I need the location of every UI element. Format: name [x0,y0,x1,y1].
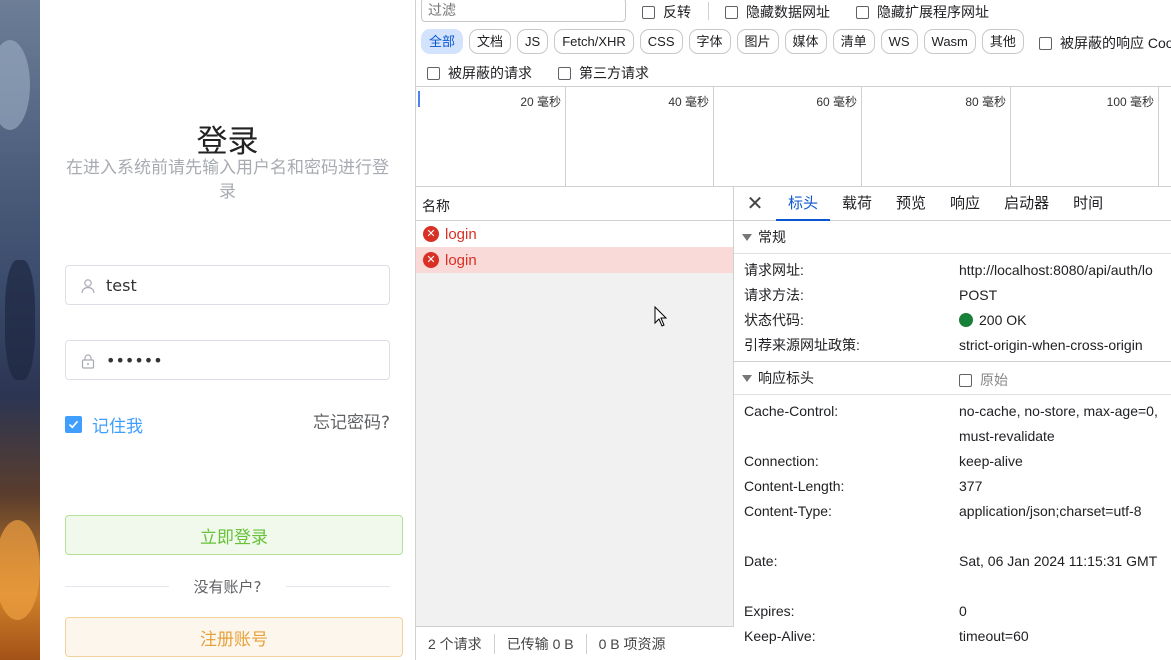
tab-headers[interactable]: 标头 [776,187,831,221]
tab-initiator[interactable]: 启动器 [992,187,1061,221]
name-column-header[interactable]: 名称 [416,187,733,221]
error-icon: ✕ [423,252,439,268]
mouse-cursor-icon [654,306,668,327]
error-icon: ✕ [423,226,439,242]
request-row-selected[interactable]: ✕ login [416,247,733,273]
request-count: 2 个请求 [416,633,495,654]
timeline-tick: 60 毫秒 [714,87,862,187]
login-subtitle: 在进入系统前请先输入用户名和密码进行登录 [66,158,389,202]
blocked-cookies-checkbox[interactable]: 被屏蔽的响应 Coo [1039,33,1171,53]
hide-data-urls-checkbox[interactable]: 隐藏数据网址 [725,2,830,22]
type-filter-bar: 全部 文档 JS Fetch/XHR CSS 字体 图片 媒体 清单 WS Wa… [421,29,1024,54]
invert-checkbox[interactable]: 反转 [642,2,691,22]
filter-input[interactable] [421,0,626,22]
check-icon [68,420,79,429]
remember-checkbox[interactable] [65,416,82,433]
register-button[interactable]: 注册账号 [65,617,403,657]
timeline-tick: 20 毫秒 [416,87,566,187]
header-row: 请求方法: POST [744,287,998,303]
request-list: 名称 ✕ login ✕ login 2 个请求 已传输 0 B 0 B 项资源 [416,187,734,660]
devtools-network-panel: 反转 隐藏数据网址 隐藏扩展程序网址 全部 文档 JS Fetch/XHR CS… [415,0,1171,660]
timeline-tick: 80 毫秒 [862,87,1011,187]
detail-tabs: ✕ 标头 载荷 预览 响应 启动器 时间 [734,187,1171,221]
login-title: 登录 [196,124,259,160]
filter-chip-media[interactable]: 媒体 [784,29,827,54]
header-row: 状态代码: 200 OK [744,312,1027,328]
raw-checkbox[interactable]: 原始 [959,370,1008,390]
response-headers-section: Cache-Control: no-cache, no-store, max-ag… [744,403,1158,644]
network-status-bar: 2 个请求 已传输 0 B 0 B 项资源 [416,626,734,660]
filter-chip-css[interactable]: CSS [639,29,683,54]
timeline-tick: 40 毫秒 [566,87,714,187]
response-headers-section-header[interactable]: 响应标头 原始 [734,362,1171,395]
tab-timing[interactable]: 时间 [1061,187,1115,221]
username-input[interactable] [106,266,376,304]
filter-chip-fetch-xhr[interactable]: Fetch/XHR [554,29,634,54]
username-field[interactable] [65,265,390,305]
tab-payload[interactable]: 载荷 [830,187,884,221]
timeline-tick: 100 毫秒 [1011,87,1159,187]
filter-chip-other[interactable]: 其他 [981,29,1024,54]
header-row: 引荐来源网址政策: strict-origin-when-cross-origin [744,337,1143,353]
no-account-divider: 没有账户? [65,576,390,596]
user-icon [81,279,95,294]
filter-chip-img[interactable]: 图片 [736,29,779,54]
remember-label: 记住我 [92,417,143,437]
transferred-size: 已传输 0 B [495,633,587,654]
general-section-header[interactable]: 常规 [734,221,1171,254]
collapse-triangle-icon [742,374,752,382]
request-name: login [445,251,477,269]
blocked-requests-checkbox[interactable]: 被屏蔽的请求 [427,63,532,83]
timeline-overview[interactable]: 20 毫秒 40 毫秒 60 毫秒 80 毫秒 100 毫秒 [416,86,1171,187]
login-panel: 登录 在进入系统前请先输入用户名和密码进行登录 记住我 忘记密码? 立即登录 没… [40,0,415,660]
filter-chip-manifest[interactable]: 清单 [832,29,875,54]
password-input[interactable] [106,341,376,379]
request-detail-pane: ✕ 标头 载荷 预览 响应 启动器 时间 常规 请求网址: http://loca… [734,187,1171,660]
request-row[interactable]: ✕ login [416,221,733,247]
remember-me[interactable]: 记住我 [65,412,143,437]
filter-chip-all[interactable]: 全部 [421,29,464,54]
resources-size: 0 B 项资源 [598,635,666,652]
filter-chip-ws[interactable]: WS [880,29,918,54]
status-ok-icon [959,313,973,327]
no-account-text: 没有账户? [193,577,262,596]
hide-extension-urls-checkbox[interactable]: 隐藏扩展程序网址 [856,2,989,22]
request-name: login [445,225,477,243]
filter-chip-font[interactable]: 字体 [688,29,731,54]
tab-preview[interactable]: 预览 [884,187,938,221]
filter-chip-doc[interactable]: 文档 [469,29,512,54]
forgot-password-link[interactable]: 忘记密码? [313,408,390,433]
third-party-checkbox[interactable]: 第三方请求 [558,63,649,83]
general-section: 请求网址: http://localhost:8080/api/auth/lo 请… [734,254,1171,362]
close-icon[interactable]: ✕ [734,191,776,216]
collapse-triangle-icon [742,233,752,241]
filter-chip-js[interactable]: JS [517,29,549,54]
header-row: 请求网址: http://localhost:8080/api/auth/lo [744,262,1153,278]
login-button[interactable]: 立即登录 [65,515,403,555]
background-artwork [0,0,40,660]
tab-response[interactable]: 响应 [938,187,992,221]
filter-chip-wasm[interactable]: Wasm [923,29,976,54]
lock-icon [81,354,95,369]
password-field[interactable] [65,340,390,380]
